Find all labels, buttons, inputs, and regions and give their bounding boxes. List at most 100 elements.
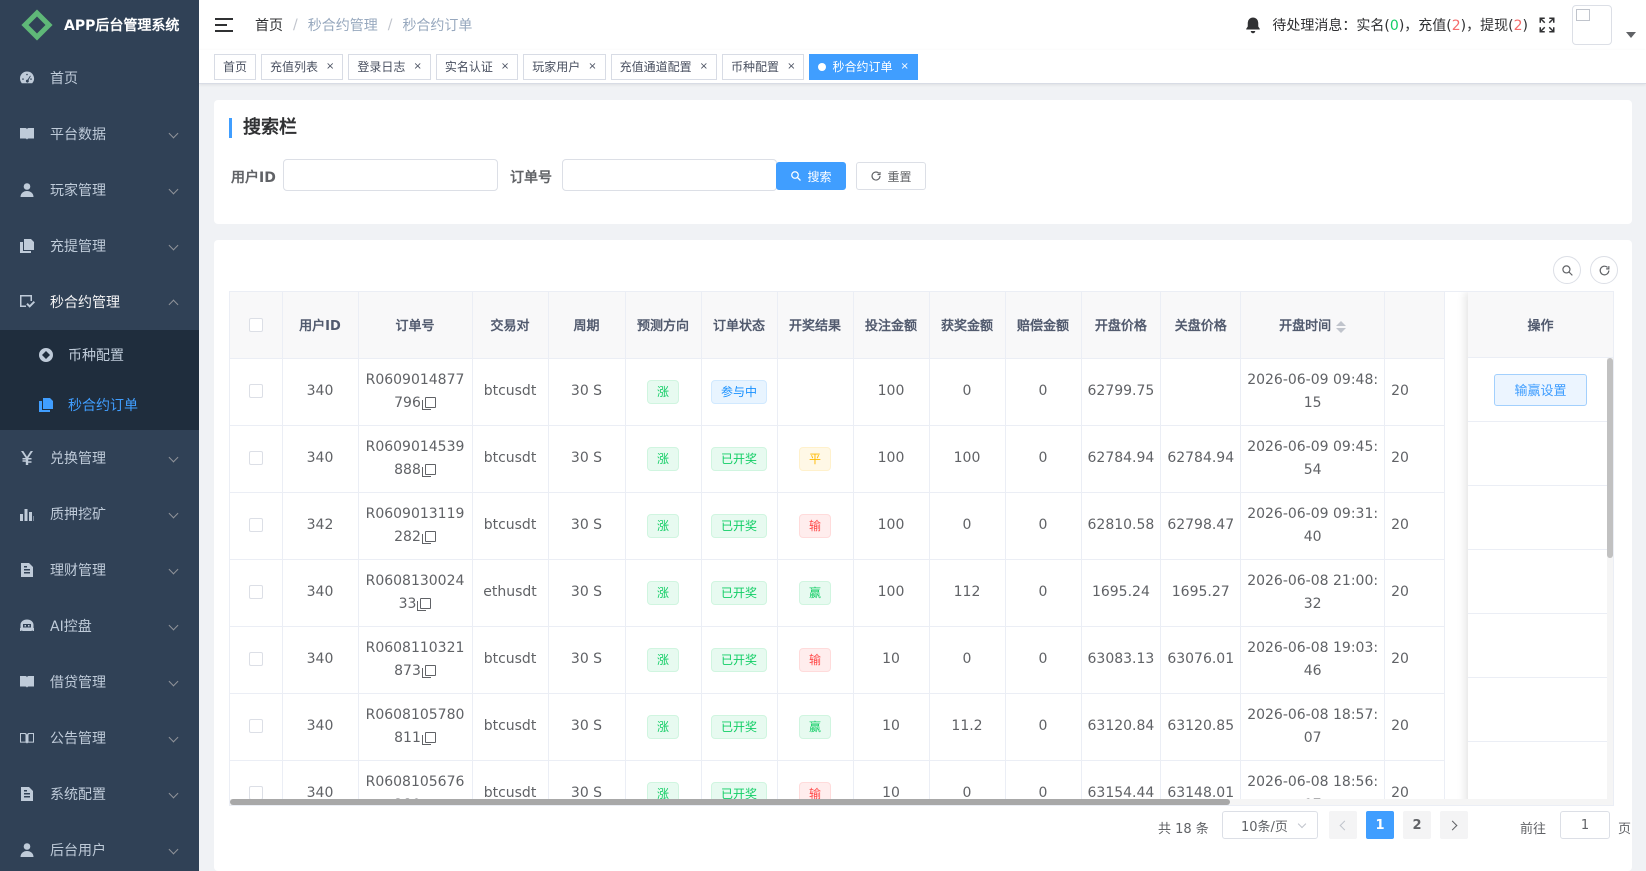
close-icon[interactable]: ×	[700, 61, 708, 72]
row-checkbox[interactable]	[248, 451, 263, 465]
row-checkbox[interactable]	[248, 585, 263, 599]
compensation-cell: 0	[1005, 425, 1082, 493]
order-no-cell: R0609013119282	[358, 492, 473, 560]
win-loss-setting-button[interactable]: 输赢设置	[1494, 373, 1587, 406]
row-select-cell	[230, 693, 283, 761]
reset-button[interactable]: 重置	[856, 162, 926, 190]
chevron-down-icon	[168, 184, 179, 195]
copy-icon[interactable]	[421, 664, 436, 678]
copy-icon[interactable]	[421, 396, 436, 410]
hamburger-icon[interactable]	[215, 17, 233, 33]
sidebar-item-players[interactable]: 玩家管理	[0, 162, 199, 218]
operation-cell	[1468, 486, 1613, 550]
chevron-down-icon	[168, 564, 179, 575]
page-size-select[interactable]: 10条/页	[1222, 811, 1318, 839]
horizontal-scrollbar[interactable]	[230, 799, 1613, 805]
tab-1[interactable]: 首页	[214, 53, 257, 80]
breadcrumb-home[interactable]: 首页	[255, 15, 283, 35]
direction-cell: 涨	[625, 693, 702, 761]
vertical-scrollbar[interactable]	[1607, 358, 1613, 805]
row-checkbox[interactable]	[248, 719, 263, 733]
sidebar-item-announcement[interactable]: 公告管理	[0, 710, 199, 766]
search-button[interactable]: 搜索	[776, 162, 846, 190]
sidebar-item-ai-control[interactable]: AI控盘	[0, 598, 199, 654]
period-cell: 30 S	[548, 425, 626, 493]
select-all-header	[230, 292, 283, 359]
row-checkbox[interactable]	[248, 518, 263, 532]
result-cell: 输	[777, 492, 854, 560]
copy-icon[interactable]	[421, 463, 436, 477]
copy-icon[interactable]	[417, 597, 432, 611]
close-icon[interactable]: ×	[501, 61, 509, 72]
operation-cell	[1468, 422, 1613, 486]
goto-page-input[interactable]: 1	[1560, 811, 1610, 839]
toggle-search-button[interactable]	[1553, 256, 1581, 284]
user-id-cell: 340	[282, 425, 359, 493]
column-header: 投注金额	[853, 292, 930, 359]
order-no-cell: R060813002433	[358, 559, 473, 627]
tab-4[interactable]: 实名认证 ×	[435, 53, 519, 80]
close-icon[interactable]: ×	[900, 61, 908, 72]
sidebar-item-coin-config[interactable]: 币种配置	[0, 330, 199, 380]
select-all-checkbox[interactable]	[248, 317, 263, 332]
win-amount-cell: 0	[929, 358, 1006, 426]
pending-messages[interactable]: 待处理消息：实名(0)，充值(2)，提现(2)	[1272, 15, 1528, 35]
open-price-cell: 62784.94	[1081, 425, 1162, 493]
copy-icon[interactable]	[421, 731, 436, 745]
chevron-down-icon[interactable]	[1626, 32, 1636, 38]
chevron-down-icon	[168, 452, 179, 463]
tab-5[interactable]: 玩家用户 ×	[523, 53, 606, 80]
close-icon[interactable]: ×	[588, 61, 596, 72]
refresh-button[interactable]	[1590, 256, 1618, 284]
close-icon[interactable]: ×	[326, 61, 334, 72]
sidebar-item-label: 质押挖矿	[50, 507, 106, 523]
page-1-button[interactable]: 1	[1366, 811, 1394, 839]
fullscreen-icon[interactable]	[1538, 16, 1556, 34]
tab-7[interactable]: 币种配置 ×	[722, 53, 805, 80]
close-price-cell: 63120.85	[1160, 693, 1242, 761]
table-row: 340 R0608105780811 btcusdt 30 S 涨 已开奖 赢 10 11.2 0…	[230, 693, 1446, 761]
logo: APP后台管理系统	[0, 0, 199, 50]
column-header[interactable]: 开盘时间	[1240, 292, 1386, 359]
next-page-button[interactable]	[1440, 811, 1468, 839]
sidebar-item-platform-data[interactable]: 平台数据	[0, 106, 199, 162]
search-icon	[791, 171, 802, 181]
sidebar-item-second-contract[interactable]: 秒合约管理	[0, 274, 199, 330]
prev-page-button[interactable]	[1329, 811, 1357, 839]
bell-icon[interactable]	[1244, 16, 1262, 34]
row-checkbox[interactable]	[248, 786, 263, 800]
user-id-input[interactable]	[283, 159, 498, 191]
sidebar-item-loan[interactable]: 借贷管理	[0, 654, 199, 710]
close-icon[interactable]: ×	[413, 61, 421, 72]
order-no-cell: R0609014877796	[358, 358, 473, 426]
sort-icon[interactable]	[1336, 320, 1347, 333]
close-price-cell	[1160, 358, 1242, 426]
sidebar-item-label: 币种配置	[68, 348, 124, 364]
tab-label: 币种配置	[731, 60, 780, 74]
sidebar-item-admin-users[interactable]: 后台用户	[0, 822, 199, 871]
page-suffix-label: 页	[1618, 822, 1632, 837]
row-checkbox[interactable]	[248, 652, 263, 666]
avatar[interactable]	[1572, 5, 1612, 45]
tab-2[interactable]: 充值列表 ×	[261, 53, 344, 80]
sidebar-item-staking[interactable]: 质押挖矿	[0, 486, 199, 542]
breadcrumb-parent[interactable]: 秒合约管理	[308, 15, 378, 35]
sidebar-item-system-config[interactable]: 系统配置	[0, 766, 199, 822]
sidebar-item-finance[interactable]: 理财管理	[0, 542, 199, 598]
copy-icon[interactable]	[421, 530, 436, 544]
sidebar-item-home[interactable]: 首页	[0, 50, 199, 106]
order-no-input[interactable]	[562, 159, 777, 191]
sidebar-item-exchange[interactable]: 兑换管理	[0, 430, 199, 486]
table-row: 340 R0609014539888 btcusdt 30 S 涨已开奖平 100 100 0…	[230, 425, 1446, 493]
row-checkbox[interactable]	[248, 384, 263, 398]
tab-3[interactable]: 登录日志 ×	[348, 53, 431, 80]
column-header: 预测方向	[625, 292, 702, 359]
sidebar-item-second-contract-orders[interactable]: 秒合约订单	[0, 380, 199, 430]
sidebar-item-recharge-withdraw[interactable]: 充提管理	[0, 218, 199, 274]
tab-6[interactable]: 充值通道配置 ×	[610, 53, 718, 80]
close-price-cell: 1695.27	[1160, 559, 1242, 627]
tab-8[interactable]: 秒合约订单 ×	[809, 53, 918, 80]
bet-amount-cell: 100	[853, 425, 930, 493]
close-icon[interactable]: ×	[787, 61, 795, 72]
page-2-button[interactable]: 2	[1403, 811, 1431, 839]
